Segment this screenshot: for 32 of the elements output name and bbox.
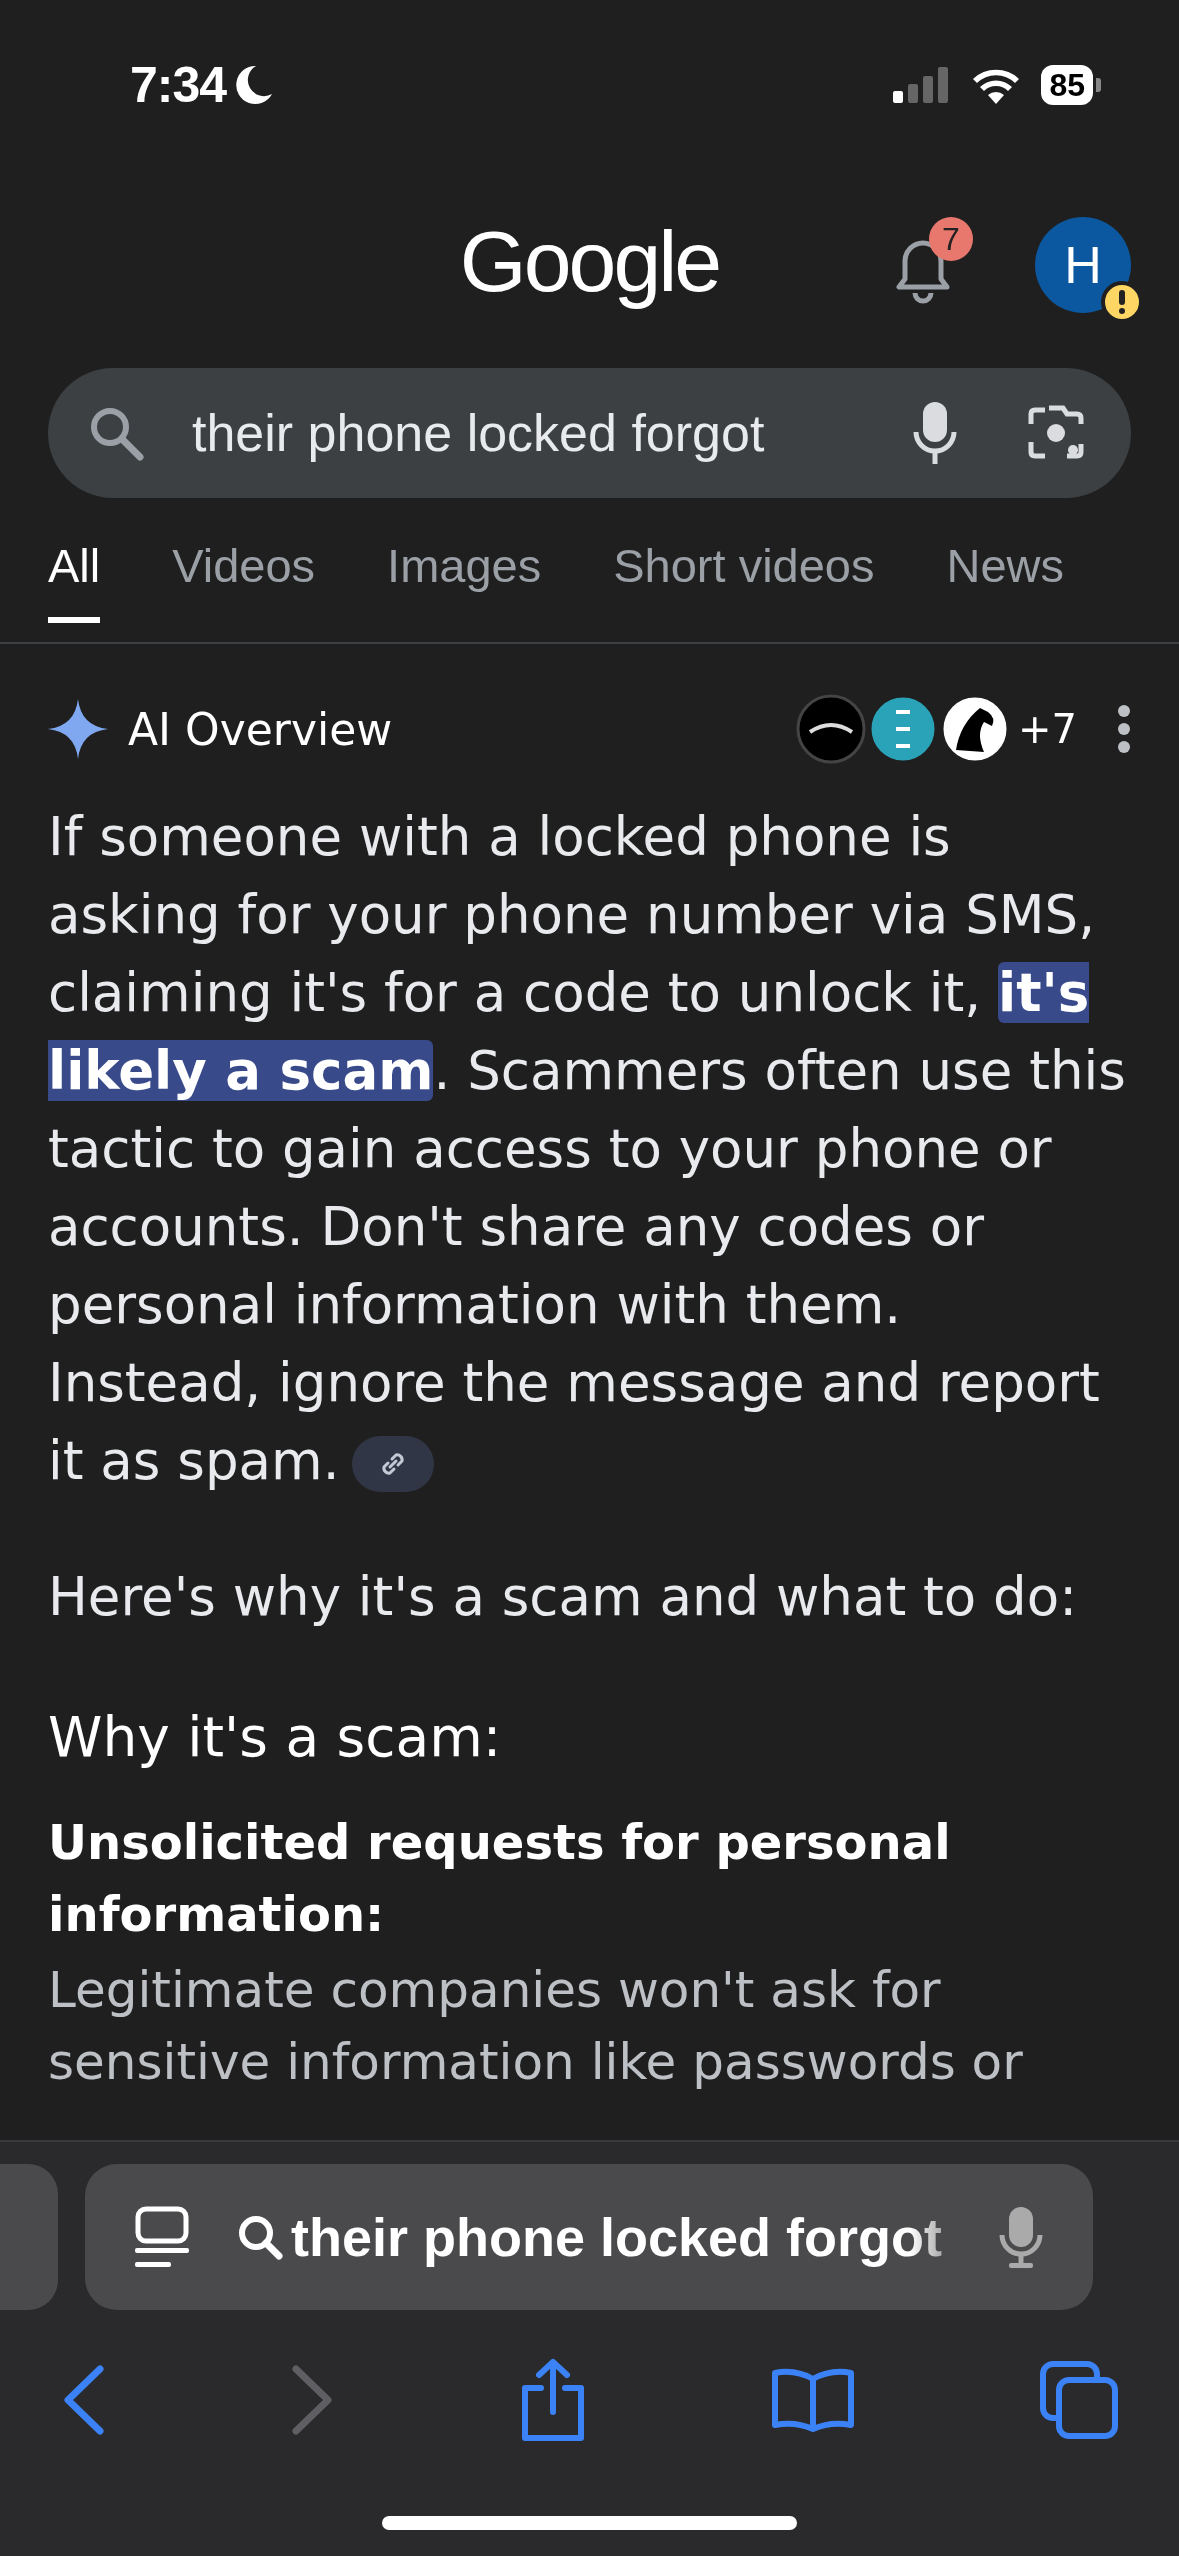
section-title: AI Overview	[128, 703, 394, 755]
bookmarks-button[interactable]	[770, 2367, 855, 2433]
moon-icon	[234, 64, 275, 106]
search-tab[interactable]: All	[48, 538, 101, 623]
intro-text: Here's why it's a scam and what to do:	[48, 1565, 1079, 1629]
point-text: Legitimate companies won't ask for sensitive information like passwords or	[48, 1960, 1024, 2093]
sparkle-icon	[48, 699, 108, 759]
point-title: Unsolicited requests for personal information:	[48, 1813, 952, 1944]
status-time: 7:34	[130, 56, 227, 114]
notification-badge: 7	[929, 217, 973, 261]
search-field[interactable]: their phone locked forgot	[48, 368, 1131, 498]
page-menu-icon[interactable]	[135, 2206, 189, 2268]
search-icon	[88, 405, 144, 461]
source-icon[interactable]	[796, 694, 867, 764]
google-logo: Google	[459, 213, 720, 309]
microphone-icon[interactable]	[999, 2205, 1043, 2269]
more-options-icon[interactable]	[1117, 704, 1131, 754]
back-button[interactable]	[62, 2365, 106, 2435]
search-tab[interactable]: Short videos	[613, 538, 875, 623]
source-count[interactable]: +7	[1018, 706, 1077, 752]
avatar-button[interactable]: H	[1035, 217, 1131, 313]
search-tab[interactable]: Videos	[172, 538, 316, 623]
microphone-icon[interactable]	[913, 400, 957, 466]
summary-text: If someone with a locked phone is asking for your phone number via SMS, claiming it's for a code to unlock it, it's likely a scam. Scammers often use this tactic to gain access to your phone or accounts. Don't share any codes or personal information with them. Instead, ignore the message and report it as spam.	[48, 805, 1127, 1495]
address-text: their phone locked forgot	[291, 2206, 943, 2268]
subheading: Why it's a scam:	[48, 1704, 503, 1771]
address-bar[interactable]: their phone locked forgot	[85, 2164, 1093, 2310]
camera-icon[interactable]	[1027, 404, 1085, 462]
tabs-button[interactable]	[1039, 2360, 1119, 2440]
search-tab[interactable]: News	[946, 538, 1065, 623]
search-icon	[237, 2214, 283, 2260]
search-tab[interactable]: Images	[387, 538, 542, 623]
